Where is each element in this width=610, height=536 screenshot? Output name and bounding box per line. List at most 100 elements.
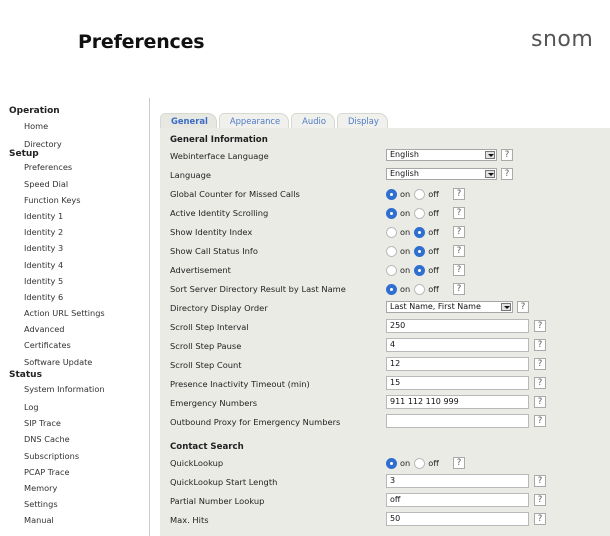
radio-off[interactable] [414,264,426,276]
sidebar-item-sip-trace[interactable]: SIP Trace [9,415,139,431]
help-directory-display-order[interactable]: ? [517,301,529,313]
radio-off[interactable] [414,283,426,295]
toggle-advertisement: on off [386,263,443,277]
input-scroll-step-pause[interactable]: 4 [386,338,529,352]
help-scroll-step-pause[interactable]: ? [534,339,546,351]
sidebar-item-settings[interactable]: Settings [9,496,139,512]
input-outbound-proxy-emergency[interactable] [386,414,529,428]
sidebar-item-dns-cache[interactable]: DNS Cache [9,431,139,447]
radio-on[interactable] [386,188,397,200]
radio-on[interactable] [386,264,397,276]
label-show-identity-index: Show Identity Index [170,227,253,237]
sidebar-item-identity-6[interactable]: Identity 6 [9,289,139,305]
help-emergency-numbers[interactable]: ? [534,396,546,408]
help-presence-inactivity-timeout[interactable]: ? [534,377,546,389]
sidebar-item-identity-2[interactable]: Identity 2 [9,224,139,240]
select-webinterface-language[interactable]: English [386,149,497,161]
sidebar-item-function-keys[interactable]: Function Keys [9,192,139,208]
on-label: on [400,246,411,256]
sidebar-group-operation: Operation [9,106,60,116]
label-emergency-numbers: Emergency Numbers [170,398,258,408]
help-quicklookup-start-length[interactable]: ? [534,475,546,487]
off-label: off [428,265,439,275]
off-label: off [428,189,439,199]
sidebar-group-status: Status [9,369,42,380]
help-sort-server-directory[interactable]: ? [453,283,465,295]
sidebar-item-manual[interactable]: Manual [9,512,139,528]
radio-on[interactable] [386,283,397,295]
help-language[interactable]: ? [501,168,513,180]
sidebar-item-pcap-trace[interactable]: PCAP Trace [9,464,139,480]
sidebar-item-subscriptions[interactable]: Subscriptions [9,448,139,464]
select-directory-display-order[interactable]: Last Name, First Name [386,301,513,313]
help-partial-number-lookup[interactable]: ? [534,494,546,506]
help-scroll-step-count[interactable]: ? [534,358,546,370]
on-label: on [400,458,411,468]
input-scroll-step-interval[interactable]: 250 [386,319,529,333]
off-label: off [428,208,439,218]
sidebar-item-system-information[interactable]: System Information [9,380,139,399]
radio-off[interactable] [414,207,426,219]
input-scroll-step-count[interactable]: 12 [386,357,529,371]
sidebar-item-advanced[interactable]: Advanced [9,321,139,337]
toggle-active-identity-scrolling: on off [386,206,443,220]
input-emergency-numbers[interactable]: 911 112 110 999 [386,395,529,409]
help-show-call-status-info[interactable]: ? [453,245,465,257]
radio-on[interactable] [386,457,397,469]
select-value: English [390,169,419,178]
radio-on[interactable] [386,226,397,238]
sidebar-item-speed-dial[interactable]: Speed Dial [9,176,139,192]
radio-on[interactable] [386,245,397,257]
on-label: on [400,227,411,237]
radio-off[interactable] [414,226,426,238]
radio-off[interactable] [414,188,426,200]
help-global-counter[interactable]: ? [453,188,465,200]
label-presence-inactivity-timeout: Presence Inactivity Timeout (min) [170,379,310,389]
on-label: on [400,189,411,199]
snom-logo: snom [531,27,594,52]
sidebar-item-memory[interactable]: Memory [9,480,139,496]
dropdown-arrow-icon [501,303,511,311]
label-partial-number-lookup: Partial Number Lookup [170,496,265,506]
label-outbound-proxy-emergency: Outbound Proxy for Emergency Numbers [170,417,341,427]
help-outbound-proxy-emergency[interactable]: ? [534,415,546,427]
help-advertisement[interactable]: ? [453,264,465,276]
help-scroll-step-interval[interactable]: ? [534,320,546,332]
help-show-identity-index[interactable]: ? [453,226,465,238]
input-partial-number-lookup[interactable]: off [386,493,529,507]
sidebar-item-identity-5[interactable]: Identity 5 [9,273,139,289]
sidebar-item-preferences[interactable]: Preferences [9,159,139,175]
radio-off[interactable] [414,245,426,257]
label-directory-display-order: Directory Display Order [170,303,268,313]
tab-audio[interactable]: Audio [291,113,335,128]
label-language: Language [170,170,211,180]
sidebar-item-identity-3[interactable]: Identity 3 [9,240,139,256]
input-presence-inactivity-timeout[interactable]: 15 [386,376,529,390]
label-max-hits: Max. Hits [170,515,209,525]
tab-appearance[interactable]: Appearance [218,113,290,128]
tab-display[interactable]: Display [336,113,388,128]
sidebar-item-action-url-settings[interactable]: Action URL Settings [9,305,139,321]
select-language[interactable]: English [386,168,497,180]
sidebar-item-certificates[interactable]: Certificates [9,337,139,353]
help-max-hits[interactable]: ? [534,513,546,525]
input-max-hits[interactable]: 50 [386,512,529,526]
sidebar-item-identity-1[interactable]: Identity 1 [9,208,139,224]
sidebar-item-log[interactable]: Log [9,399,139,415]
sidebar-item-identity-4[interactable]: Identity 4 [9,257,139,273]
sidebar-nav: Operation Home Directory Setup Preferenc… [9,106,139,529]
dropdown-arrow-icon [485,151,495,159]
dropdown-arrow-icon [485,170,495,178]
sidebar-item-home[interactable]: Home [9,121,139,132]
sidebar-item-software-update[interactable]: Software Update [9,354,139,370]
help-active-identity-scrolling[interactable]: ? [453,207,465,219]
select-value: English [390,150,419,159]
help-quicklookup[interactable]: ? [453,457,465,469]
radio-off[interactable] [414,457,426,469]
help-webinterface-language[interactable]: ? [501,149,513,161]
sidebar-item-directory[interactable]: Directory [9,139,139,150]
input-quicklookup-start-length[interactable]: 3 [386,474,529,488]
radio-on[interactable] [386,207,397,219]
tab-general[interactable]: General [160,113,217,128]
label-scroll-step-pause: Scroll Step Pause [170,341,242,351]
